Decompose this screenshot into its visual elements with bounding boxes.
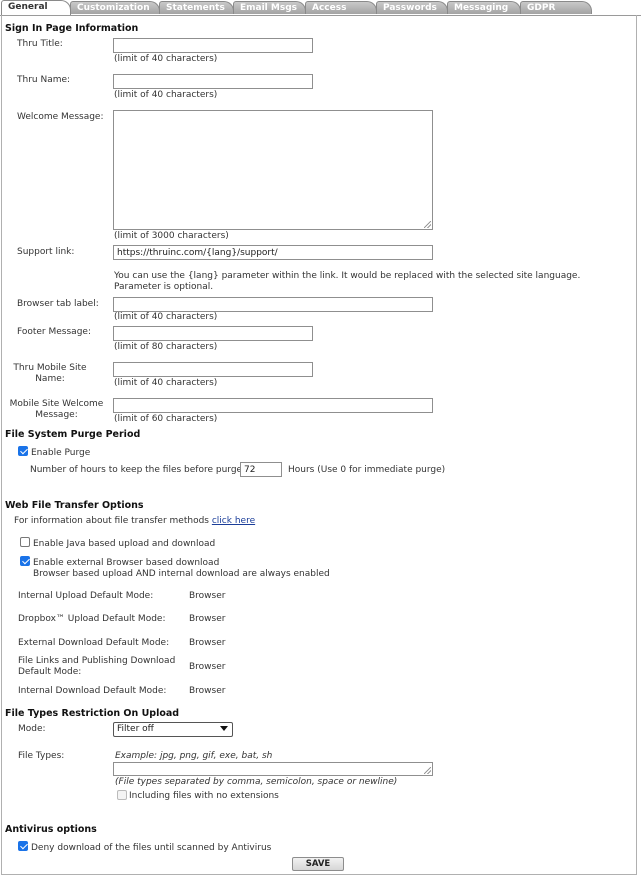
purge-hours-input[interactable]: [240, 462, 282, 477]
purge-hours-suffix: Hours (Use 0 for immediate purge): [288, 465, 446, 475]
thru-title-label: Thru Title:: [17, 39, 63, 49]
thru-name-label: Thru Name:: [17, 75, 71, 85]
support-link-note: You can use the {lang} parameter within …: [114, 271, 581, 292]
file-types-textarea[interactable]: [113, 762, 433, 776]
transfer-info-link[interactable]: click here: [212, 516, 255, 526]
mode-label-external-download: External Download Default Mode:: [18, 638, 170, 648]
mode-value-internal-download: Browser: [189, 686, 226, 696]
mobile-welcome-hint: (limit of 60 characters): [114, 414, 218, 424]
external-note: Browser based upload AND internal downlo…: [33, 569, 330, 579]
tab-passwords[interactable]: Passwords: [376, 1, 448, 14]
footer-message-hint: (limit of 80 characters): [114, 342, 218, 352]
browser-tab-input[interactable]: [113, 297, 433, 312]
footer-message-label: Footer Message:: [17, 327, 91, 337]
mode-label-file-links: File Links and Publishing Download Defau…: [18, 656, 176, 677]
mode-value-dropbox-upload: Browser: [189, 614, 226, 624]
footer-message-input[interactable]: [113, 326, 313, 341]
mode-label-internal-upload: Internal Upload Default Mode:: [18, 591, 154, 601]
resize-grip-icon[interactable]: [424, 767, 431, 774]
support-link-input[interactable]: [113, 245, 433, 260]
file-types-label: File Types:: [18, 751, 65, 761]
tab-general[interactable]: General: [1, 0, 71, 15]
mode-value-external-download: Browser: [189, 638, 226, 648]
tab-statements[interactable]: Statements: [159, 1, 234, 14]
welcome-message-hint: (limit of 3000 characters): [114, 231, 229, 241]
enable-java-label: Enable Java based upload and download: [33, 539, 216, 549]
purge-heading: File System Purge Period: [5, 429, 141, 440]
save-button[interactable]: SAVE: [292, 857, 344, 871]
mode-select[interactable]: Filter off: [113, 722, 233, 737]
tab-bar: General Customization Statements Email M…: [0, 0, 641, 16]
resize-grip-icon[interactable]: [424, 221, 431, 228]
file-types-example: Example: jpg, png, gif, exe, bat, sh: [115, 751, 273, 761]
transfer-info-text: For information about file transfer meth…: [14, 516, 255, 527]
mode-label-dropbox-upload: Dropbox™ Upload Default Mode:: [18, 614, 166, 624]
transfer-info-label: For information about file transfer meth…: [14, 516, 209, 526]
mobile-welcome-label: Mobile Site Welcome Message:: [9, 399, 104, 420]
no-extension-checkbox[interactable]: [117, 790, 127, 800]
mode-value-file-links: Browser: [189, 662, 226, 672]
mode-select-value: Filter off: [117, 724, 154, 734]
tab-customization[interactable]: Customization: [70, 1, 160, 14]
tab-messaging[interactable]: Messaging: [447, 1, 521, 14]
enable-external-label: Enable external Browser based download: [33, 558, 220, 568]
sign-in-heading: Sign In Page Information: [5, 23, 139, 34]
thru-name-input[interactable]: [113, 74, 313, 89]
mode-label: Mode:: [18, 724, 46, 734]
enable-external-checkbox[interactable]: [20, 556, 30, 566]
mode-value-internal-upload: Browser: [189, 591, 226, 601]
tab-gdpr[interactable]: GDPR: [520, 1, 592, 14]
support-link-label: Support link:: [17, 247, 75, 257]
purge-hours-label: Number of hours to keep the files before…: [30, 465, 246, 475]
enable-purge-label: Enable Purge: [31, 448, 91, 458]
mobile-name-input[interactable]: [113, 362, 313, 377]
welcome-message-textarea[interactable]: [113, 110, 433, 230]
thru-title-hint: (limit of 40 characters): [114, 54, 218, 64]
enable-java-checkbox[interactable]: [20, 537, 30, 547]
browser-tab-label: Browser tab label:: [17, 299, 99, 309]
tab-access[interactable]: Access: [305, 1, 377, 14]
mode-label-internal-download: Internal Download Default Mode:: [18, 686, 167, 696]
chevron-down-icon: [220, 726, 228, 731]
mobile-name-hint: (limit of 40 characters): [114, 378, 218, 388]
thru-name-hint: (limit of 40 characters): [114, 90, 218, 100]
antivirus-heading: Antivirus options: [5, 824, 97, 835]
deny-download-label: Deny download of the files until scanned…: [31, 843, 272, 853]
thru-title-input[interactable]: [113, 38, 313, 53]
mobile-welcome-input[interactable]: [113, 398, 433, 413]
restriction-heading: File Types Restriction On Upload: [5, 708, 180, 719]
file-types-separator-note: (File types separated by comma, semicolo…: [115, 777, 398, 787]
enable-purge-checkbox[interactable]: [18, 446, 28, 456]
tab-email-msgs[interactable]: Email Msgs: [233, 1, 306, 14]
transfer-heading: Web File Transfer Options: [5, 500, 144, 511]
no-extension-label: Including files with no extensions: [129, 791, 279, 801]
welcome-message-label: Welcome Message:: [17, 112, 104, 122]
mobile-name-label: Thru Mobile Site Name:: [13, 363, 87, 384]
browser-tab-hint: (limit of 40 characters): [114, 312, 218, 322]
deny-download-checkbox[interactable]: [18, 841, 28, 851]
